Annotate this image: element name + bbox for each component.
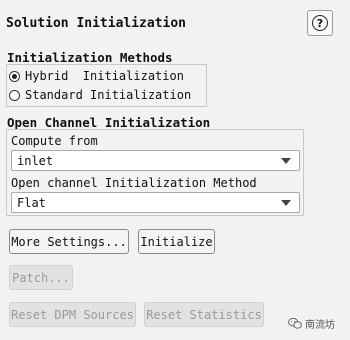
radio-button-checked[interactable] — [9, 70, 20, 82]
compute-from-value: inlet — [17, 153, 54, 168]
more-settings-button[interactable]: More Settings... — [9, 229, 129, 254]
chevron-down-icon — [281, 157, 291, 164]
radio-label-standard: Standard Initialization — [25, 88, 192, 102]
open-channel-initialization-label: Open Channel Initialization — [7, 115, 211, 130]
radio-button-unchecked[interactable] — [9, 89, 20, 101]
help-icon: ? — [312, 15, 328, 31]
radio-label-hybrid: Hybrid Initialization — [25, 69, 184, 83]
wechat-logo-icon — [288, 318, 302, 329]
radio-standard-initialization[interactable]: Standard Initialization — [9, 88, 191, 102]
open-channel-method-value: Flat — [17, 195, 46, 210]
patch-button[interactable]: Patch... — [9, 265, 73, 290]
open-channel-method-label: Open channel Initialization Method — [11, 176, 257, 190]
initialization-methods-label: Initialization Methods — [7, 50, 173, 65]
reset-dpm-sources-button[interactable]: Reset DPM Sources — [9, 302, 136, 327]
initialize-button[interactable]: Initialize — [138, 229, 215, 254]
help-button[interactable]: ? — [307, 10, 333, 36]
open-channel-method-select[interactable]: Flat — [11, 192, 300, 213]
watermark-text: 南流坊 — [305, 320, 335, 331]
compute-from-label: Compute from — [11, 134, 98, 148]
panel-title: Solution Initialization — [6, 16, 187, 31]
compute-from-select[interactable]: inlet — [11, 150, 300, 171]
watermark: 南流坊 — [288, 316, 335, 331]
reset-statistics-button[interactable]: Reset Statistics — [144, 302, 264, 327]
chevron-down-icon — [281, 199, 291, 206]
radio-hybrid-initialization[interactable]: Hybrid Initialization — [9, 69, 184, 83]
